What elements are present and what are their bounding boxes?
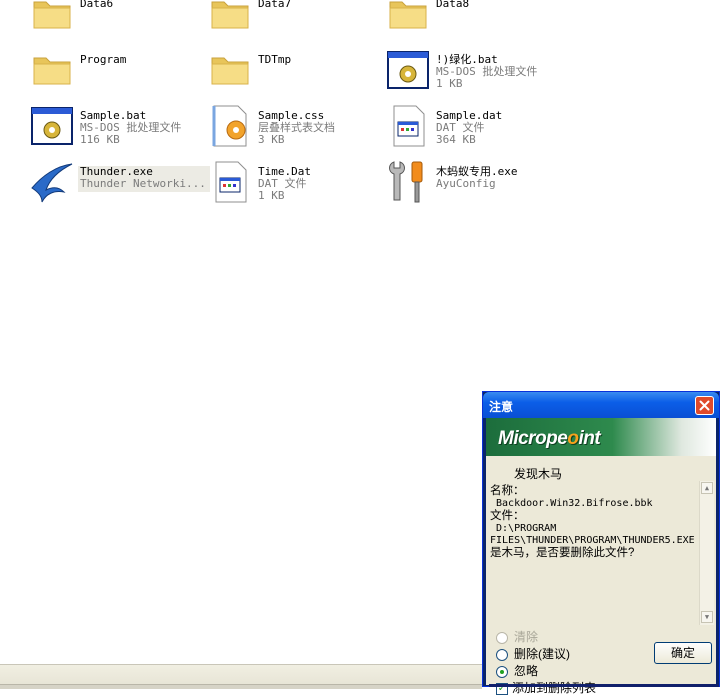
micropoint-banner: Micropeoint bbox=[486, 418, 716, 456]
folder-icon bbox=[206, 46, 254, 94]
option-ignore[interactable]: 忽略 bbox=[496, 662, 538, 678]
folder-icon bbox=[28, 0, 76, 38]
batch-icon bbox=[28, 102, 76, 150]
folder-icon bbox=[384, 0, 432, 38]
option-clean[interactable]: 清除 bbox=[496, 628, 538, 644]
file-item[interactable]: Time.Dat DAT 文件 1 KB bbox=[178, 158, 356, 208]
file-item[interactable]: Data6 bbox=[0, 0, 178, 40]
file-size: 364 KB bbox=[436, 133, 476, 146]
dialog-title: 注意 bbox=[489, 400, 514, 414]
dat-icon bbox=[206, 158, 254, 206]
ok-button[interactable]: 确定 bbox=[654, 642, 712, 664]
file-path-line2: FILES\THUNDER\PROGRAM\THUNDER5.EXE bbox=[490, 535, 695, 546]
file-item[interactable]: !)绿化.bat MS-DOS 批处理文件 1 KB bbox=[356, 46, 537, 96]
batch-icon bbox=[384, 46, 432, 94]
found-trojan-heading: 发现木马 bbox=[514, 467, 563, 481]
file-item-text: !)绿化.bat MS-DOS 批处理文件 1 KB bbox=[436, 54, 537, 90]
file-item-text: 木蚂蚁专用.exe AyuConfig bbox=[436, 166, 518, 190]
file-type: AyuConfig bbox=[436, 177, 496, 190]
file-name: Data7 bbox=[258, 0, 292, 10]
file-name: Data8 bbox=[436, 0, 470, 10]
file-item[interactable]: Data8 bbox=[356, 0, 534, 40]
file-item[interactable]: Thunder.exe Thunder Networki... bbox=[0, 158, 210, 208]
file-item[interactable]: TDTmp bbox=[178, 46, 356, 96]
file-item[interactable]: Program bbox=[0, 46, 178, 96]
file-size: 1 KB bbox=[436, 77, 463, 90]
close-button[interactable] bbox=[695, 396, 714, 415]
file-size: 3 KB bbox=[258, 133, 285, 146]
option-clean-label: 清除 bbox=[514, 630, 539, 644]
file-item-text: TDTmp bbox=[258, 54, 291, 66]
css-icon bbox=[206, 102, 254, 150]
close-icon bbox=[699, 400, 710, 411]
file-item-text: Sample.dat DAT 文件 364 KB bbox=[436, 110, 502, 146]
file-item-text: Program bbox=[80, 54, 126, 66]
file-name: TDTmp bbox=[258, 53, 292, 66]
add-to-delete-list[interactable]: ✓ 添加到删除列表 bbox=[496, 679, 596, 695]
file-item-text: Data6 bbox=[80, 0, 113, 10]
delete-question: 是木马，是否要删除此文件? bbox=[490, 547, 635, 559]
file-item[interactable]: Sample.css 层叠样式表文档 3 KB bbox=[178, 102, 356, 152]
micropoint-logo: Micropeoint bbox=[498, 428, 601, 450]
file-size: 116 KB bbox=[80, 133, 120, 146]
file-item[interactable]: Sample.bat MS-DOS 批处理文件 116 KB bbox=[0, 102, 181, 152]
dialog-client-area: Micropeoint 发现木马 名称： Backdoor.Win32.Bifr… bbox=[486, 418, 719, 695]
folder-icon bbox=[206, 0, 254, 38]
file-item[interactable]: Sample.dat DAT 文件 364 KB bbox=[356, 102, 534, 152]
radio-clean[interactable] bbox=[496, 631, 508, 644]
scroll-down-arrow-icon[interactable]: ▼ bbox=[701, 611, 713, 623]
file-size: 1 KB bbox=[258, 189, 285, 202]
scroll-up-arrow-icon[interactable]: ▲ bbox=[701, 482, 713, 494]
file-path-line1: D:\PROGRAM bbox=[490, 523, 557, 534]
file-item[interactable]: 木蚂蚁专用.exe AyuConfig bbox=[356, 158, 534, 208]
file-item[interactable]: Data7 bbox=[178, 0, 356, 40]
alert-dialog: 注意 Micropeoint 发现木马 名称： Backdoor.Win32.B… bbox=[482, 391, 720, 695]
message-scrollbar[interactable]: ▲ ▼ bbox=[699, 481, 714, 625]
thunder-icon bbox=[28, 158, 76, 206]
radio-ignore[interactable] bbox=[496, 665, 508, 678]
logo-text-prefix: Micrope bbox=[498, 428, 568, 449]
message-text: 名称： Backdoor.Win32.Bifrose.bbk 文件： D:\PR… bbox=[490, 485, 695, 560]
option-ignore-label: 忽略 bbox=[514, 664, 539, 678]
name-label: 名称： bbox=[490, 485, 525, 497]
option-delete-label: 删除(建议) bbox=[514, 647, 570, 661]
message-area[interactable]: 名称： Backdoor.Win32.Bifrose.bbk 文件： D:\PR… bbox=[488, 481, 714, 625]
file-item-text: Data8 bbox=[436, 0, 469, 10]
file-item-text: Sample.css 层叠样式表文档 3 KB bbox=[258, 110, 335, 146]
radio-delete[interactable] bbox=[496, 648, 508, 661]
logo-text-o: o bbox=[567, 428, 579, 449]
file-item-text: Data7 bbox=[258, 0, 291, 10]
status-bar bbox=[0, 664, 482, 689]
dialog-title-bar[interactable]: 注意 bbox=[483, 392, 719, 418]
file-name: Program bbox=[80, 53, 127, 66]
tools-icon bbox=[384, 158, 432, 206]
name-value: Backdoor.Win32.Bifrose.bbk bbox=[490, 498, 653, 509]
option-delete[interactable]: 删除(建议) bbox=[496, 645, 570, 661]
file-label: 文件： bbox=[490, 510, 525, 522]
file-item-text: Sample.bat MS-DOS 批处理文件 116 KB bbox=[80, 110, 181, 146]
folder-icon bbox=[28, 46, 76, 94]
logo-text-suffix: int bbox=[578, 428, 601, 449]
dat-icon bbox=[384, 102, 432, 150]
file-name: Data6 bbox=[80, 0, 114, 10]
file-item-text: Time.Dat DAT 文件 1 KB bbox=[258, 166, 311, 202]
